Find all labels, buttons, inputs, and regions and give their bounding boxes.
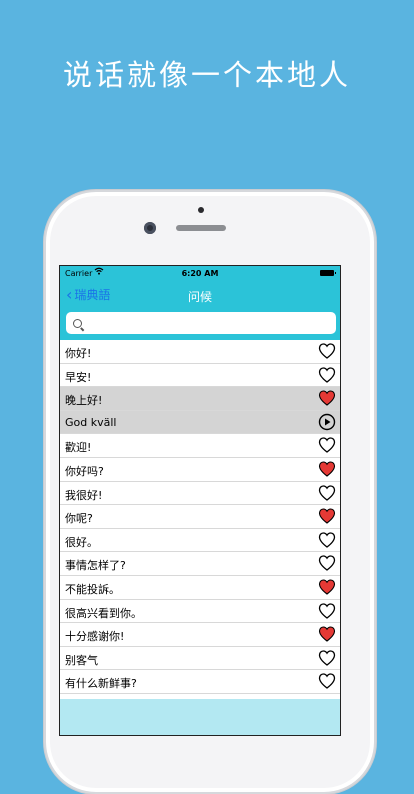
speaker-grille xyxy=(176,225,226,231)
heart-outline-icon[interactable] xyxy=(318,531,336,549)
phrase-text: God kväll xyxy=(65,415,117,429)
top-bar: Carrier 6:20 AM ‹ 瑞典語 问候 xyxy=(60,266,340,310)
phrase-text: 晚上好! xyxy=(65,394,103,408)
list-item[interactable]: 我很好! xyxy=(60,482,340,506)
headline: 说话就像一个本地人 xyxy=(62,58,351,92)
heart-filled-icon[interactable] xyxy=(318,578,336,596)
phrase-text: 你好吗? xyxy=(65,464,104,478)
phrase-text: 很高兴看到你。 xyxy=(65,606,142,620)
heart-filled-icon[interactable] xyxy=(318,460,336,478)
phone-screen: Carrier 6:20 AM ‹ 瑞典語 问候 你好! 早安! 晚上好! God k… xyxy=(59,265,341,736)
bottom-bar xyxy=(60,699,340,735)
navigation-bar: ‹ 瑞典語 问候 xyxy=(60,282,340,308)
phrase-text: 我很好! xyxy=(65,488,103,502)
page-title: 问候 xyxy=(187,290,212,304)
phrase-text: 事情怎样了? xyxy=(65,559,126,573)
list-item[interactable]: 早安! xyxy=(60,364,340,388)
list-item[interactable]: 很高兴看到你。 xyxy=(60,600,340,624)
list-item[interactable]: 晚上好! xyxy=(60,387,340,411)
heart-filled-icon[interactable] xyxy=(318,389,336,407)
list-item[interactable]: 别客气 xyxy=(60,647,340,671)
phrase-text: 你呢? xyxy=(65,512,93,526)
phrase-text: 不能投訴。 xyxy=(65,582,120,596)
camera-icon xyxy=(144,222,156,234)
phrase-text: 很好。 xyxy=(65,535,98,549)
heart-outline-icon[interactable] xyxy=(318,672,336,690)
heart-outline-icon[interactable] xyxy=(318,554,336,572)
heart-outline-icon[interactable] xyxy=(318,649,336,667)
phrase-text: 歡迎! xyxy=(65,441,92,455)
list-item[interactable]: 你好吗? xyxy=(60,458,340,482)
phrase-text: 早安! xyxy=(65,370,92,384)
status-time: 6:20 AM xyxy=(181,269,219,278)
heart-filled-icon[interactable] xyxy=(318,507,336,525)
heart-outline-icon[interactable] xyxy=(318,342,336,360)
search-bar xyxy=(60,310,340,340)
list-item[interactable]: 有什么新鲜事? xyxy=(60,670,340,694)
list-item[interactable]: 你呢? xyxy=(60,505,340,529)
list-item[interactable]: 很好。 xyxy=(60,529,340,553)
heart-outline-icon[interactable] xyxy=(318,436,336,454)
list-item[interactable]: 事情怎样了? xyxy=(60,552,340,576)
search-icon xyxy=(73,319,82,328)
play-icon[interactable] xyxy=(318,413,336,431)
phrase-text: 十分感谢你! xyxy=(65,630,125,644)
battery-icon xyxy=(320,270,336,276)
list-item[interactable]: God kväll xyxy=(60,410,340,435)
heart-filled-icon[interactable] xyxy=(318,625,336,643)
heart-outline-icon[interactable] xyxy=(318,484,336,502)
phrase-text: 有什么新鲜事? xyxy=(65,677,137,691)
proximity-sensor xyxy=(198,207,204,213)
phrase-text: 你好! xyxy=(65,347,92,360)
phrase-list: 你好! 早安! 晚上好! God kväll 歡迎! 你好吗? 我很好! 你呢? 很好。事情怎样… xyxy=(60,340,340,694)
list-item[interactable]: 歡迎! xyxy=(60,434,340,458)
list-item[interactable]: 你好! xyxy=(60,340,340,364)
phrase-text: 别客气 xyxy=(65,653,98,667)
heart-outline-icon[interactable] xyxy=(318,602,336,620)
status-bar: Carrier 6:20 AM xyxy=(60,266,340,282)
list-item[interactable]: 十分感谢你! xyxy=(60,623,340,647)
list-item[interactable]: 不能投訴。 xyxy=(60,576,340,600)
heart-outline-icon[interactable] xyxy=(318,366,336,384)
search-input[interactable] xyxy=(66,312,336,334)
